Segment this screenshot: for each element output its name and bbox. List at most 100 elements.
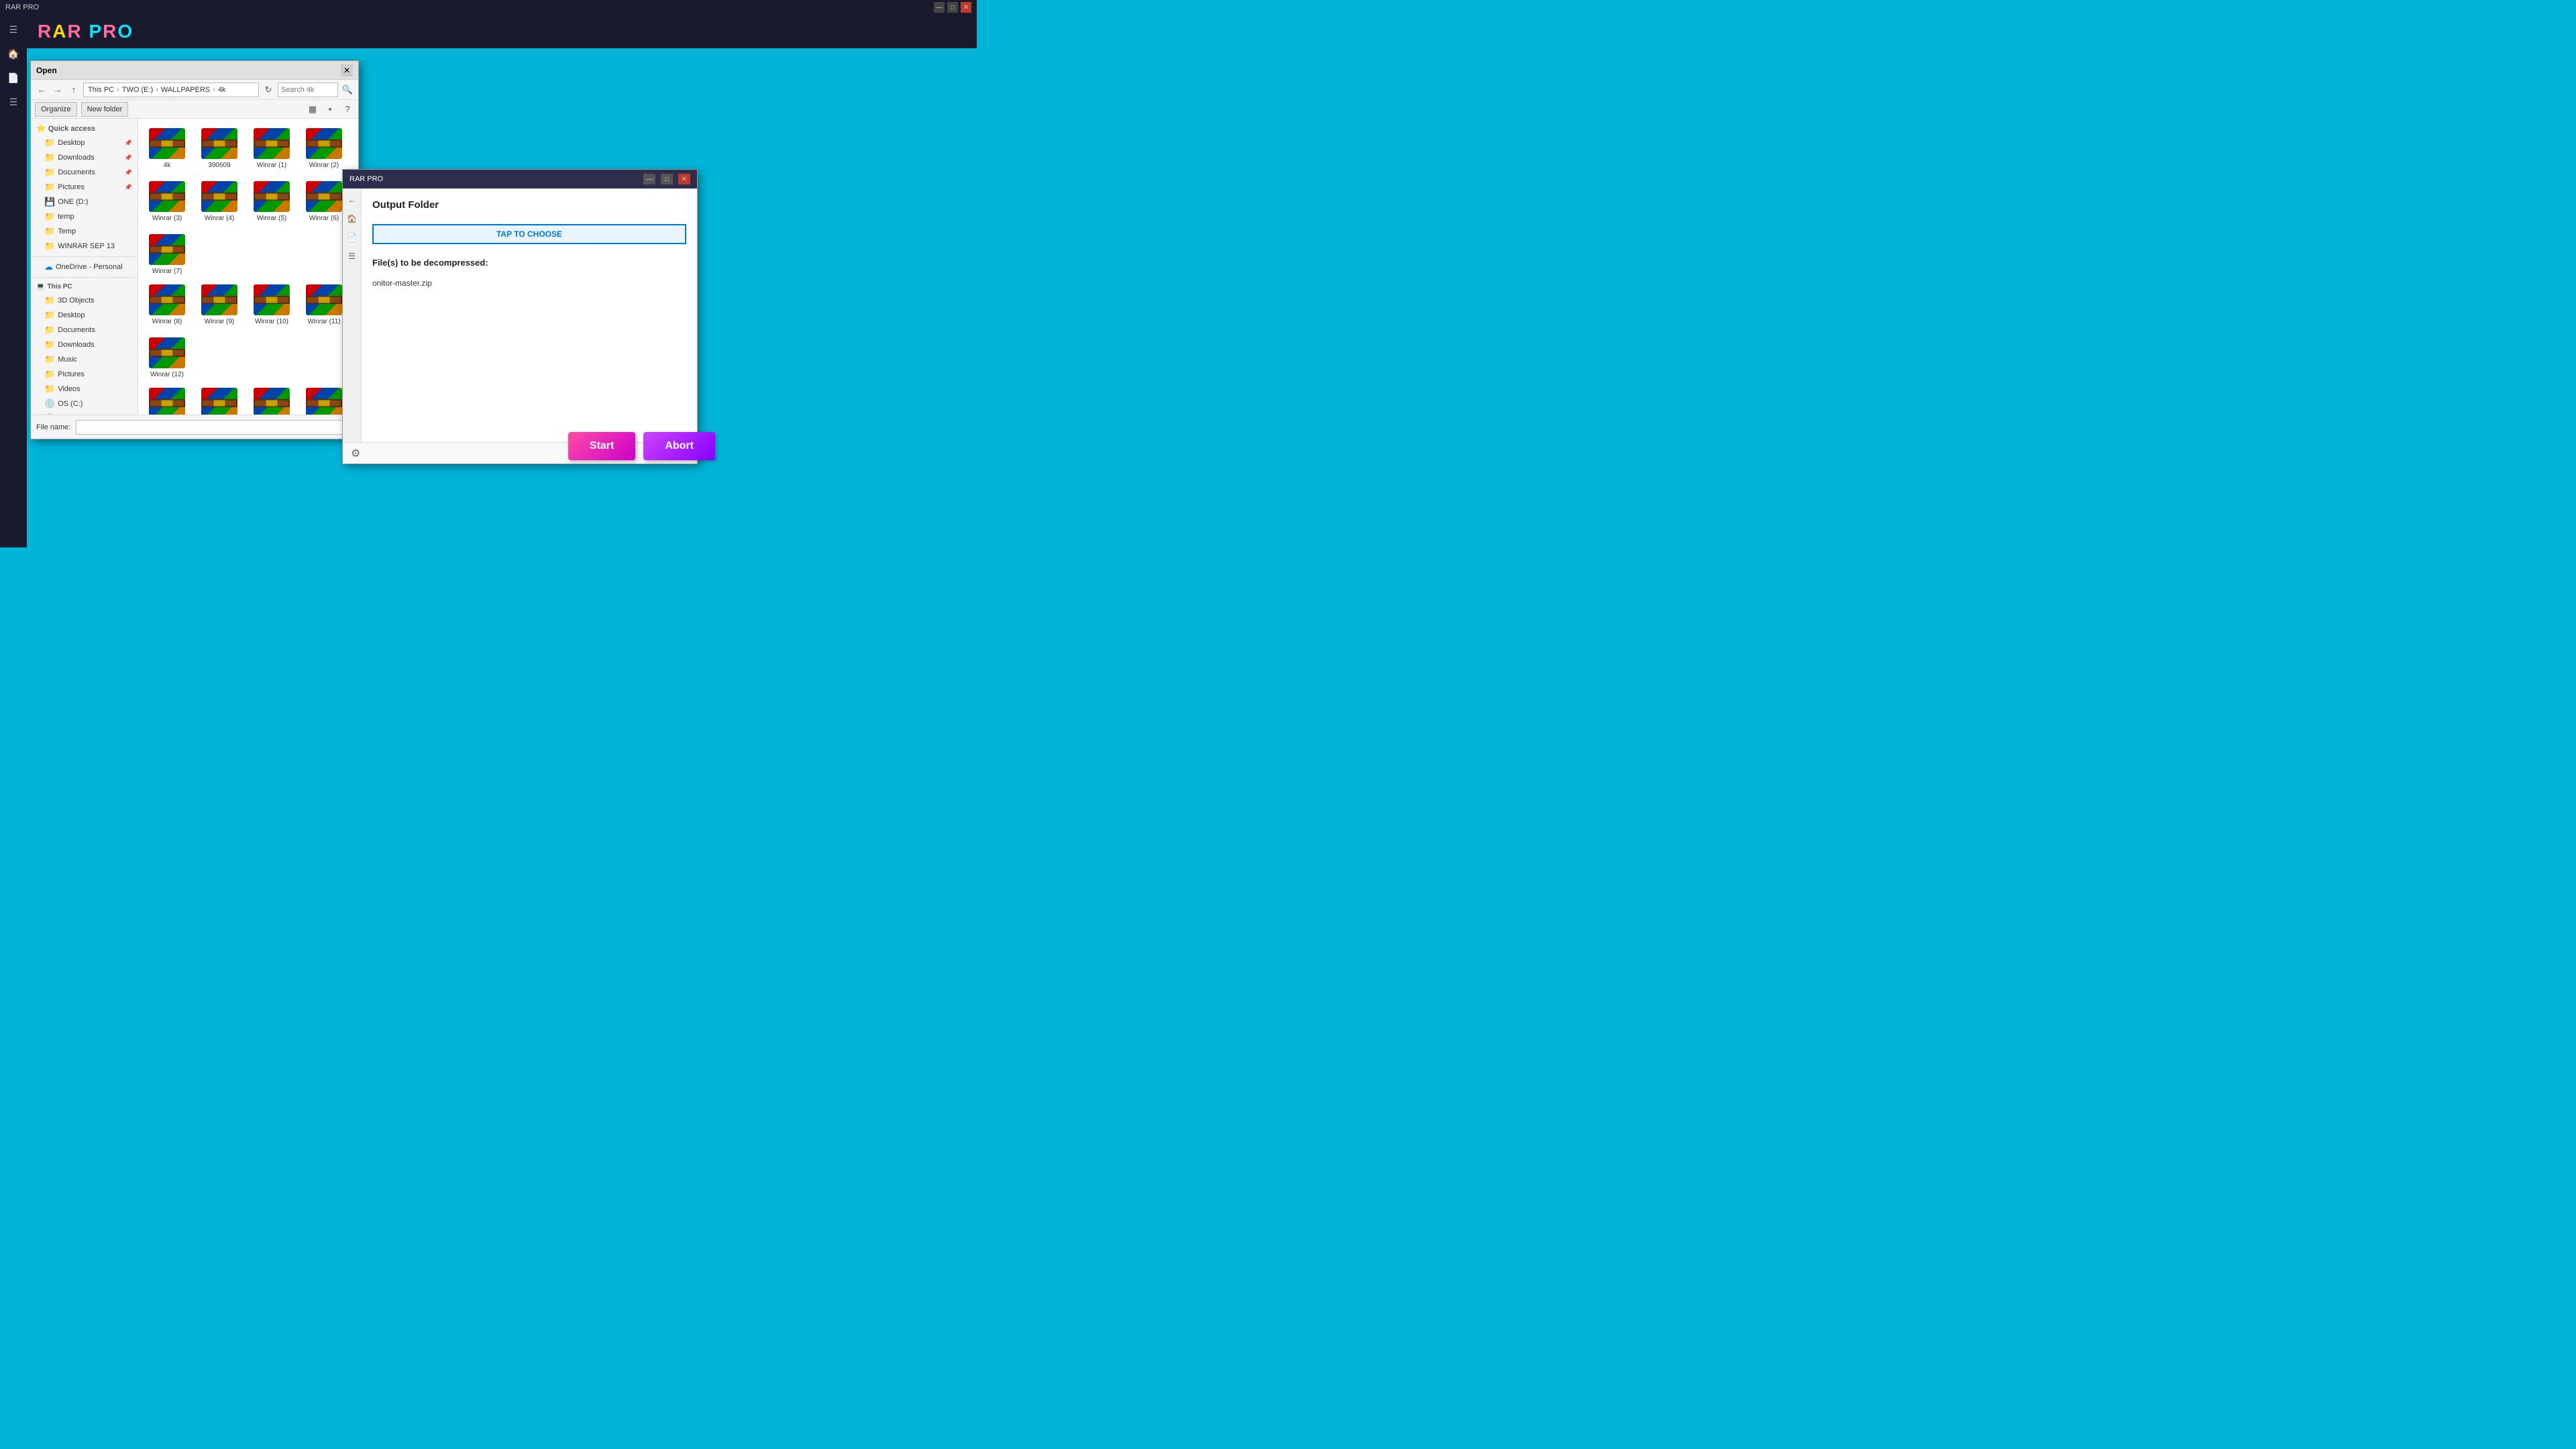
nav-music[interactable]: 📁 Music [31,352,138,367]
rar-dialog-body-wrapper: ← 🏠 📄 ☰ Output Folder TAP TO CHOOSE File… [343,189,697,442]
pin-icon: 📌 [125,140,132,147]
nav-downloads[interactable]: 📁 Downloads 📌 [31,150,138,165]
nav-desktop2[interactable]: 📁 Desktop [31,308,138,323]
files-to-decompress-label: File(s) to be decompressed: [372,258,686,268]
file-thumb-w20 [304,386,344,415]
videos-icon: 📁 [44,384,55,394]
app-title: RAR PRO [5,3,934,11]
list-item[interactable]: Winrar (17) [144,384,191,415]
view-grid-button[interactable]: ▪ [323,103,337,116]
search-button[interactable]: 🔍 [341,83,354,97]
up-button[interactable]: ↑ [67,83,80,97]
rar-minimize-button[interactable]: — [643,174,655,184]
nav-pictures[interactable]: 📁 Pictures 📌 [31,180,138,195]
this-pc-group: 💻 This PC [31,280,138,293]
start-button[interactable]: Start [568,432,635,460]
dialog-close-button[interactable]: ✕ [341,64,353,76]
list-item[interactable]: Winrar (7) [144,230,191,278]
file-grid-row-3: Winrar (17) Winrar (18) [144,384,353,415]
list-item[interactable]: 390609 [196,124,243,172]
refresh-button[interactable]: ↻ [262,83,275,97]
list-item[interactable]: Winrar (11) [301,280,347,328]
rar-home-icon[interactable]: 🏠 [346,213,358,225]
downloads2-icon: 📁 [44,339,55,350]
nav-documents2[interactable]: 📁 Documents [31,323,138,337]
rar-back-icon[interactable]: ← [346,194,358,206]
nav-temp-caps[interactable]: 📁 Temp [31,224,138,239]
file-label: Winrar (2) [309,162,339,169]
organize-button[interactable]: Organize [35,102,77,117]
list-item[interactable]: Winrar (1) [248,124,295,172]
rar-file-icon[interactable]: 📄 [346,231,358,244]
nav-onedrive[interactable]: ☁ OneDrive - Personal [31,260,138,274]
view-list-button[interactable]: ▦ [306,103,319,116]
dialog-title-bar: Open ✕ [31,61,358,80]
list-item[interactable]: 4k [144,124,191,172]
minimize-button[interactable]: — [934,2,945,13]
rar-dialog-title: RAR PRO [350,175,383,183]
back-button[interactable]: ← [35,83,48,97]
search-input[interactable] [278,83,338,97]
close-button[interactable]: ✕ [961,2,971,13]
help-button[interactable]: ? [341,103,354,116]
nav-pictures2[interactable]: 📁 Pictures [31,367,138,382]
list-item[interactable]: Winrar (5) [248,177,295,225]
dialog-body: ⭐ Quick access 📁 Desktop 📌 📁 Downloads 📌… [31,119,358,415]
list-item[interactable]: Winrar (2) [301,124,347,172]
nav-documents[interactable]: 📁 Documents 📌 [31,165,138,180]
file-thumb-w9 [199,283,239,317]
breadcrumb-this-pc: This PC [88,86,114,94]
logo-r2: R [67,21,82,42]
file-thumb-w8 [147,283,187,317]
list-item[interactable]: Winrar (6) [301,177,347,225]
list-item[interactable]: Winrar (19) [248,384,295,415]
nav-videos[interactable]: 📁 Videos [31,382,138,396]
list-item[interactable]: Winrar (12) [144,333,191,381]
list-item[interactable]: Winrar (9) [196,280,243,328]
rar-body: Output Folder TAP TO CHOOSE File(s) to b… [362,189,697,442]
list-item[interactable]: Winrar (4) [196,177,243,225]
rar-menu-icon[interactable]: ☰ [346,250,358,262]
breadcrumb-two-e: TWO (E:) [122,86,153,94]
sidebar-home-icon[interactable]: 🏠 [4,44,23,63]
rar-close-button[interactable]: ✕ [678,174,690,184]
list-item[interactable]: Winrar (8) [144,280,191,328]
list-item[interactable]: Winrar (18) [196,384,243,415]
abort-button[interactable]: Abort [643,432,715,460]
list-item[interactable]: Winrar (10) [248,280,295,328]
dialog-footer: File name: [31,415,358,439]
nav-temp[interactable]: 📁 temp [31,209,138,224]
filename-input[interactable] [76,420,353,435]
tap-to-choose-button[interactable]: TAP TO CHOOSE [372,224,686,244]
quick-access-icon: ⭐ [36,124,46,133]
file-thumb-w12 [147,336,187,370]
list-item[interactable]: Winrar (3) [144,177,191,225]
nav-3d-objects[interactable]: 📁 3D Objects [31,293,138,308]
nav-downloads2[interactable]: 📁 Downloads [31,337,138,352]
forward-button[interactable]: → [51,83,64,97]
sidebar-list-icon[interactable]: ☰ [4,93,23,111]
file-label: Winrar (7) [152,268,182,275]
sidebar-file-icon[interactable]: 📄 [4,68,23,87]
settings-button[interactable]: ⚙ [351,447,360,460]
nav-winrar-sep[interactable]: 📁 WINRAR SEP 13 [31,239,138,254]
sidebar-menu-icon[interactable]: ☰ [4,20,23,39]
nav-one-d[interactable]: 💾 ONE (D:) [31,195,138,209]
logo-r3: R [103,21,117,42]
new-folder-button[interactable]: New folder [81,102,129,117]
window-controls: — □ ✕ [934,2,971,13]
nav-desktop[interactable]: 📁 Desktop 📌 [31,136,138,150]
file-label: Winrar (1) [257,162,286,169]
pictures2-icon: 📁 [44,369,55,380]
file-label: Winrar (11) [307,318,340,325]
maximize-button[interactable]: □ [947,2,958,13]
rar-maximize-button[interactable]: □ [661,174,673,184]
file-label: 390609 [208,162,230,169]
documents-icon: 📁 [44,167,55,178]
nav-music-label: Music [58,356,77,364]
logo-p: P [89,21,103,42]
file-label: Winrar (9) [205,318,234,325]
nav-os-c[interactable]: 💿 OS (C:) [31,396,138,411]
list-item[interactable]: Winrar (20) [301,384,347,415]
documents2-icon: 📁 [44,325,55,335]
